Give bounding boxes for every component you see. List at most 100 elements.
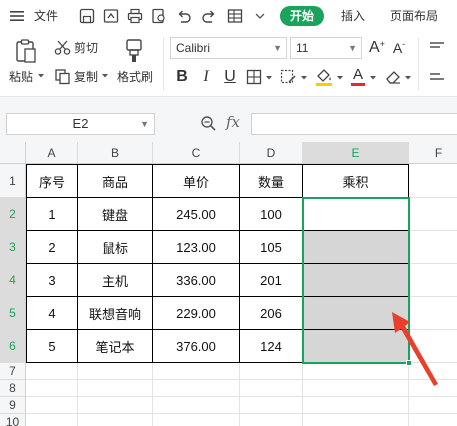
table-cell[interactable]: 336.00	[153, 264, 240, 297]
column-header-e[interactable]: E	[303, 142, 409, 164]
cell[interactable]	[240, 414, 303, 426]
paste-icon[interactable]	[14, 38, 38, 64]
eraser-icon[interactable]	[384, 68, 402, 86]
row-header-2[interactable]: 2	[0, 198, 26, 231]
table-cell[interactable]: 联想音响	[78, 297, 153, 330]
cell[interactable]	[153, 363, 240, 380]
font-color-dropdown-icon[interactable]	[369, 74, 377, 82]
selected-cell[interactable]	[303, 264, 409, 297]
cell[interactable]	[78, 380, 153, 397]
table-cell[interactable]: 124	[240, 330, 303, 363]
fill-color-icon[interactable]	[314, 67, 334, 87]
border-dropdown-icon[interactable]	[265, 74, 273, 82]
copy-icon[interactable]	[54, 68, 71, 85]
active-cell-e2[interactable]	[303, 198, 409, 231]
table-cell[interactable]: 376.00	[153, 330, 240, 363]
cell[interactable]	[153, 380, 240, 397]
header-cell-qty[interactable]: 数量	[240, 164, 303, 198]
formula-input[interactable]	[251, 113, 457, 135]
row-header-6[interactable]: 6	[0, 330, 26, 363]
italic-button[interactable]: I	[197, 67, 215, 87]
copy-label[interactable]: 复制	[74, 70, 98, 84]
header-cell-product[interactable]: 商品	[78, 164, 153, 198]
cell[interactable]	[153, 397, 240, 414]
cell[interactable]	[78, 397, 153, 414]
column-header-f[interactable]: F	[409, 142, 457, 164]
cell[interactable]	[78, 363, 153, 380]
column-header-b[interactable]: B	[78, 142, 153, 164]
underline-button[interactable]: U	[221, 67, 239, 87]
cell[interactable]	[409, 164, 457, 198]
font-name-select[interactable]: Calibri ▼	[170, 37, 287, 59]
cut-label[interactable]: 剪切	[74, 41, 98, 55]
table-cell[interactable]: 201	[240, 264, 303, 297]
header-cell-price[interactable]: 单价	[153, 164, 240, 198]
redo-icon[interactable]	[200, 7, 218, 25]
cell[interactable]	[303, 397, 409, 414]
cell[interactable]	[240, 363, 303, 380]
format-painter-label[interactable]: 格式刷	[117, 70, 153, 84]
table-cell[interactable]: 3	[26, 264, 78, 297]
copy-dropdown-icon[interactable]	[101, 72, 109, 80]
name-box[interactable]: E2 ▼	[6, 113, 155, 135]
file-menu[interactable]: 文件	[34, 8, 58, 25]
font-size-select[interactable]: 11 ▼	[290, 37, 362, 59]
tab-page-layout[interactable]: 页面布局	[390, 8, 438, 25]
cell[interactable]	[240, 397, 303, 414]
table-cell[interactable]: 123.00	[153, 231, 240, 264]
export-icon[interactable]	[102, 7, 120, 25]
table-grid-icon[interactable]	[226, 7, 244, 25]
chevron-down-icon[interactable]	[254, 7, 266, 25]
header-cell-product-total[interactable]: 乘积	[303, 164, 409, 198]
tab-start[interactable]: 开始	[280, 6, 324, 26]
table-cell[interactable]: 206	[240, 297, 303, 330]
cell[interactable]	[303, 414, 409, 426]
cell[interactable]	[26, 380, 78, 397]
eraser-dropdown-icon[interactable]	[404, 74, 412, 82]
selected-cell[interactable]	[303, 231, 409, 264]
insert-function-icon[interactable]: fx	[226, 113, 240, 131]
table-cell[interactable]: 笔记本	[78, 330, 153, 363]
row-header-5[interactable]: 5	[0, 297, 26, 330]
clear-format-icon[interactable]	[280, 69, 298, 85]
table-cell[interactable]: 主机	[78, 264, 153, 297]
tab-insert[interactable]: 插入	[341, 8, 365, 25]
table-cell[interactable]: 2	[26, 231, 78, 264]
table-cell[interactable]: 100	[240, 198, 303, 231]
table-cell[interactable]: 229.00	[153, 297, 240, 330]
row-header-8[interactable]: 8	[0, 380, 26, 397]
column-header-c[interactable]: C	[153, 142, 240, 164]
row-header-7[interactable]: 7	[0, 363, 26, 380]
grow-font-button[interactable]: A +	[368, 38, 386, 58]
cell[interactable]	[26, 397, 78, 414]
bold-button[interactable]: B	[173, 67, 191, 87]
cell[interactable]	[409, 231, 457, 264]
cell[interactable]	[78, 414, 153, 426]
print-preview-icon[interactable]	[150, 7, 168, 25]
header-cell-seq[interactable]: 序号	[26, 164, 78, 198]
row-header-3[interactable]: 3	[0, 231, 26, 264]
align-middle-icon[interactable]	[428, 69, 446, 85]
shrink-font-button[interactable]: A-	[390, 38, 408, 58]
paste-label[interactable]: 粘贴	[9, 70, 33, 84]
zoom-search-icon[interactable]	[200, 115, 217, 132]
align-top-icon[interactable]	[428, 40, 446, 56]
table-cell[interactable]: 245.00	[153, 198, 240, 231]
save-icon[interactable]	[78, 7, 96, 25]
column-header-d[interactable]: D	[240, 142, 303, 164]
cell[interactable]	[409, 397, 457, 414]
table-cell[interactable]: 4	[26, 297, 78, 330]
table-cell[interactable]: 5	[26, 330, 78, 363]
table-cell[interactable]: 105	[240, 231, 303, 264]
hamburger-icon[interactable]	[10, 9, 24, 23]
format-painter-icon[interactable]	[122, 38, 146, 64]
font-color-button[interactable]: A	[350, 65, 366, 87]
cell[interactable]	[409, 198, 457, 231]
paste-dropdown-icon[interactable]	[37, 72, 45, 80]
undo-icon[interactable]	[175, 7, 193, 25]
clear-format-dropdown-icon[interactable]	[300, 74, 308, 82]
fill-color-dropdown-icon[interactable]	[336, 74, 344, 82]
select-all-corner[interactable]	[0, 142, 26, 164]
cell[interactable]	[240, 380, 303, 397]
cell[interactable]	[153, 414, 240, 426]
